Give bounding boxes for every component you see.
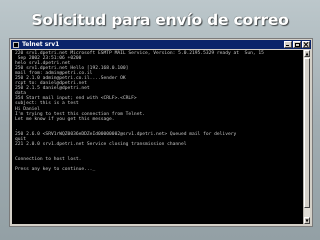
telnet-window[interactable]: Telnet srv1 220 srv1.dpetri.net Microsof… <box>9 38 313 227</box>
console-text: 220 srv1.dpetri.net Microsoft ESMTP MAIL… <box>12 50 304 172</box>
console-icon <box>13 41 19 48</box>
scroll-up-arrow-icon[interactable]: ▲ <box>304 50 310 57</box>
close-button[interactable] <box>302 41 310 48</box>
minimize-button[interactable] <box>284 41 292 48</box>
maximize-button[interactable] <box>293 41 301 48</box>
console-line: Press any key to continue..._ <box>15 167 96 173</box>
window-titlebar[interactable]: Telnet srv1 <box>11 40 311 49</box>
slide-title: Solicitud para envío de correo <box>31 11 289 29</box>
window-controls <box>284 41 310 48</box>
console-output[interactable]: 220 srv1.dpetri.net Microsoft ESMTP MAIL… <box>12 50 304 224</box>
window-title: Telnet srv1 <box>22 41 60 48</box>
scroll-down-arrow-icon[interactable]: ▼ <box>304 217 310 224</box>
vertical-scrollbar[interactable]: ▲ ▼ <box>303 50 310 224</box>
scroll-thumb[interactable] <box>304 58 310 208</box>
